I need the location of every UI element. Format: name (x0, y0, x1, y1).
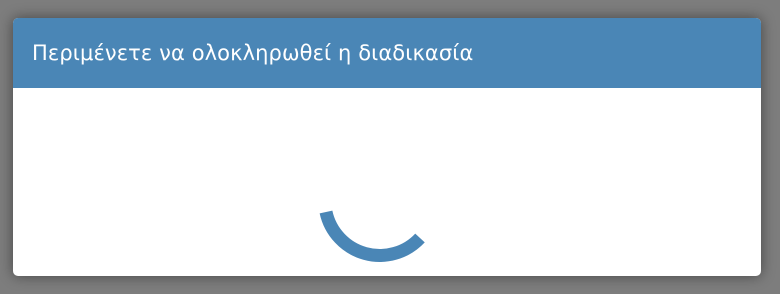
dialog-title: Περιμένετε να ολοκληρωθεί η διαδικασία (32, 41, 474, 65)
loading-spinner-icon (319, 210, 425, 262)
dialog-header: Περιμένετε να ολοκληρωθεί η διαδικασία (13, 18, 761, 88)
dialog-body (13, 88, 761, 276)
progress-dialog: Περιμένετε να ολοκληρωθεί η διαδικασία (13, 18, 761, 276)
